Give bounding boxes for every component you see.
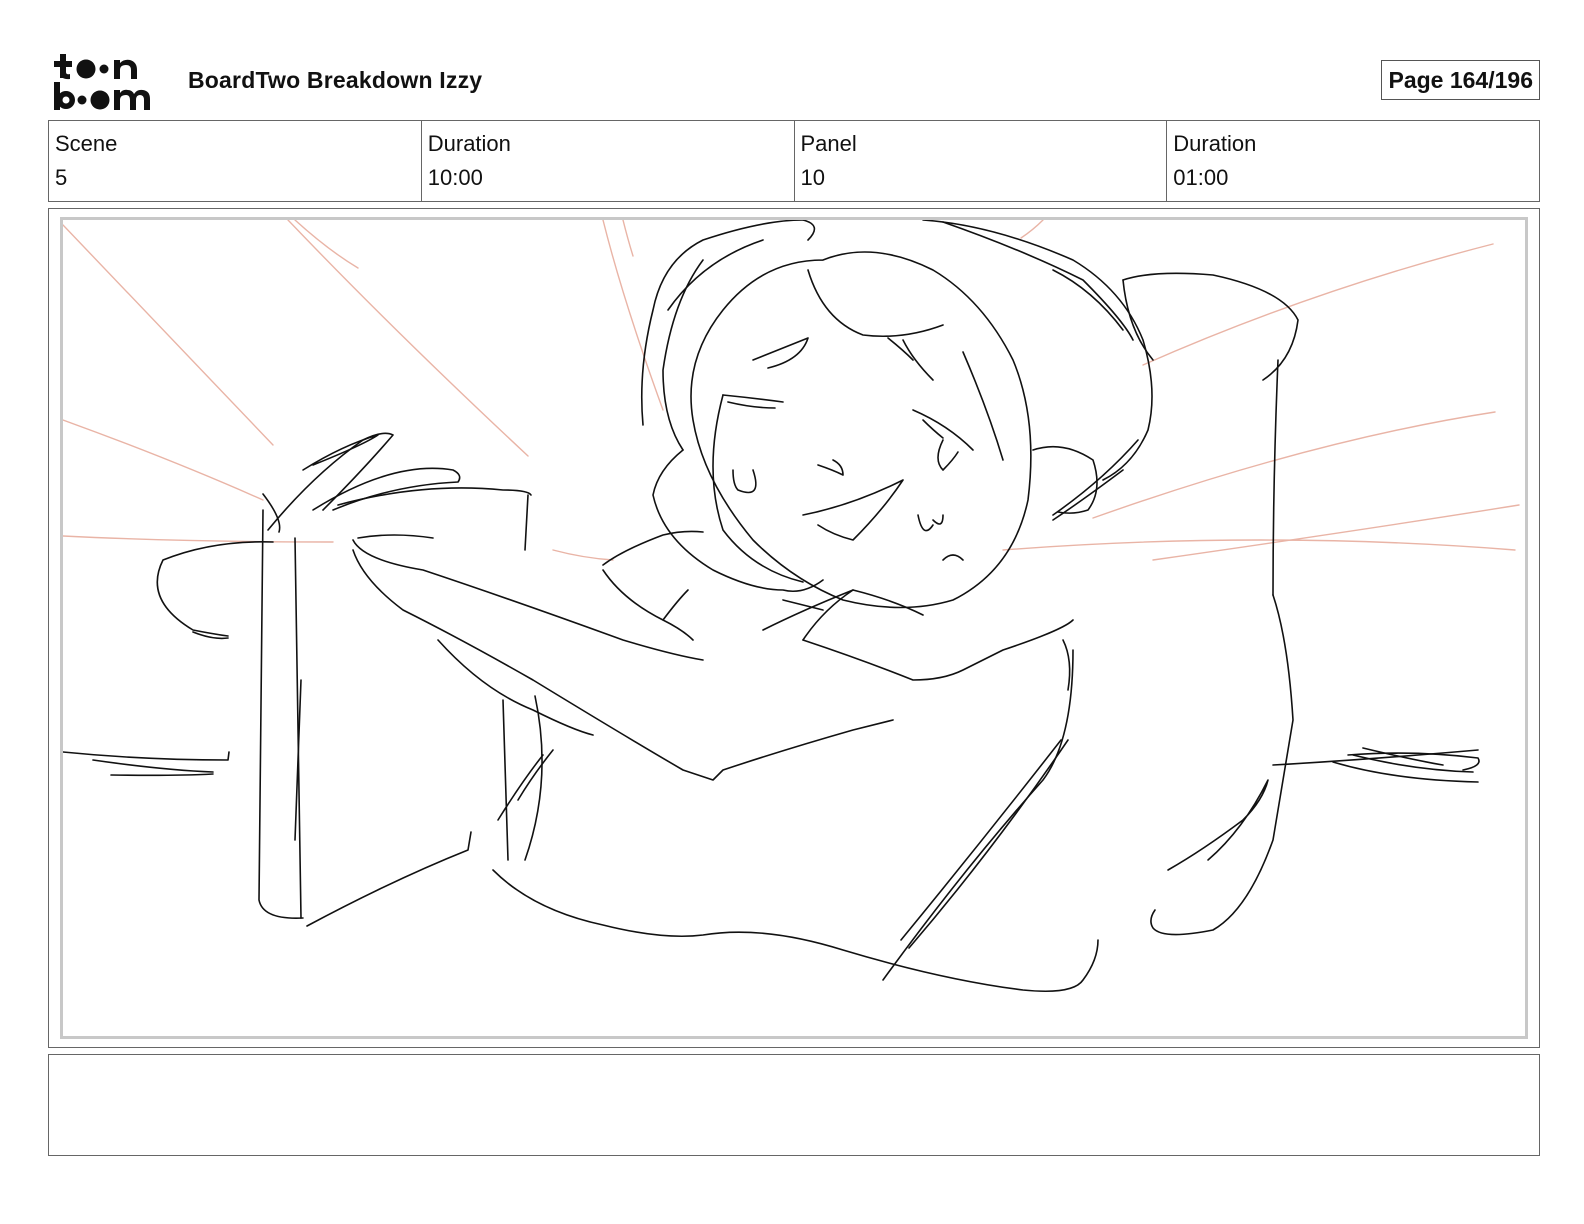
scene-cell: Scene 5 <box>49 121 421 201</box>
storyboard-page: BoardTwo Breakdown Izzy Page 164/196 Sce… <box>0 0 1584 1224</box>
storyboard-sketch <box>63 220 1520 993</box>
panel-value: 10 <box>800 165 825 190</box>
storyboard-panel <box>48 208 1540 1048</box>
page-header: BoardTwo Breakdown Izzy Page 164/196 <box>48 50 1540 114</box>
sketch-lines <box>63 220 1480 993</box>
panel-duration-value: 01:00 <box>1173 165 1229 190</box>
scene-value: 5 <box>55 165 68 190</box>
panel-frame <box>60 217 1528 1039</box>
page-indicator: Page 164/196 <box>1381 60 1540 100</box>
panel-duration-cell: Duration 01:00 <box>1166 121 1539 201</box>
panel-notes <box>48 1054 1540 1156</box>
scene-info-table: Scene 5 Duration 10:00 Panel 10 Duration… <box>48 120 1540 202</box>
document-title: BoardTwo Breakdown Izzy <box>188 67 483 93</box>
scene-duration-label: Duration <box>427 131 511 156</box>
panel-duration-label: Duration <box>1173 131 1257 156</box>
toon-boom-logo <box>54 54 150 110</box>
scene-duration-cell: Duration 10:00 <box>420 121 794 201</box>
scene-duration-value: 10:00 <box>427 165 483 190</box>
accent-lines <box>63 220 1520 561</box>
panel-label: Panel <box>800 131 857 156</box>
scene-label: Scene <box>55 131 118 156</box>
panel-cell: Panel 10 <box>793 121 1167 201</box>
